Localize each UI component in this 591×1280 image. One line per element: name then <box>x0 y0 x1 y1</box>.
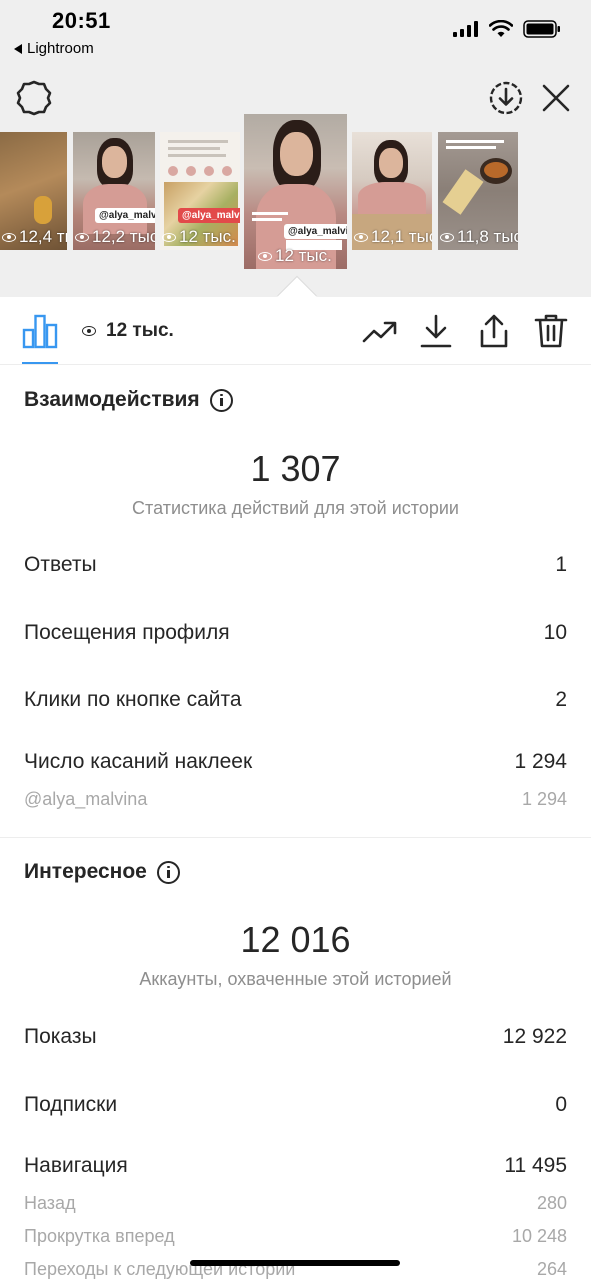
metric-value: 10 <box>543 621 567 644</box>
active-tab-indicator <box>22 362 58 364</box>
save-story-button[interactable] <box>486 78 526 118</box>
metric-sub-label: Назад <box>24 1193 76 1213</box>
story-header: 20:51 Lightroom 12,4 т @alya_malv 12,2 т… <box>0 0 591 297</box>
metric-sub-row: @alya_malvina 1 294 <box>24 789 567 810</box>
metric-row: Навигация 11 495 <box>24 1154 567 1178</box>
metric-value: 1 294 <box>514 750 567 773</box>
metric-sub-row: Назад 280 <box>24 1193 567 1214</box>
thumbnail-views: 12,2 тыс. <box>92 227 155 246</box>
close-icon <box>542 84 570 112</box>
story-thumbnail[interactable]: @alya_malvina 12,2 тыс. <box>73 132 155 250</box>
mention-tag: @alya_malvina <box>95 208 155 223</box>
back-to-app-link[interactable]: Lightroom <box>14 40 94 57</box>
share-button[interactable] <box>476 313 512 349</box>
story-thumbnail[interactable]: @alya_malvina 12 тыс. <box>160 132 240 250</box>
metric-label: Ответы <box>24 553 97 576</box>
discovery-title: Интересное <box>24 860 147 883</box>
metric-value: 0 <box>555 1093 567 1116</box>
gear-icon <box>16 80 52 116</box>
eye-icon <box>2 232 16 242</box>
signal-icon <box>453 21 478 37</box>
mention-tag: @alya_malvina <box>178 208 240 223</box>
delete-button[interactable] <box>533 313 569 349</box>
bar-chart-icon <box>22 314 58 349</box>
wifi-icon <box>489 20 513 37</box>
metric-row: Подписки 0 <box>24 1093 567 1117</box>
thumbnail-views: 12,1 тыс. <box>371 227 432 246</box>
mention-tag: @alya_malvina <box>284 224 347 239</box>
metric-row: Ответы 1 <box>24 553 567 577</box>
viewers-count[interactable]: 12 тыс. <box>82 320 174 342</box>
story-thumbnail[interactable]: 11,8 тыс. <box>438 132 518 250</box>
metric-label: Показы <box>24 1025 97 1048</box>
status-time: 20:51 <box>52 8 111 33</box>
system-status-icons <box>453 20 561 38</box>
metric-sub-value: 280 <box>536 1193 567 1213</box>
metric-value: 11 495 <box>504 1154 567 1177</box>
viewers-count-label: 12 тыс. <box>106 320 174 341</box>
home-indicator[interactable] <box>190 1260 400 1266</box>
interactions-subtitle: Статистика действий для этой истории <box>132 498 459 518</box>
metric-sub-value: 264 <box>536 1259 567 1279</box>
metric-label: Число касаний наклеек <box>24 750 253 773</box>
metric-sub-label: Прокрутка вперед <box>24 1226 175 1246</box>
metric-row: Посещения профиля 10 <box>24 621 567 645</box>
promote-button[interactable] <box>362 313 398 349</box>
metric-value: 1 <box>555 553 567 576</box>
info-icon[interactable] <box>156 860 180 884</box>
thumbnail-views: 12 тыс. <box>275 246 332 265</box>
thumbnail-views: 11,8 тыс. <box>457 227 518 246</box>
metric-row: Показы 12 922 <box>24 1025 567 1049</box>
close-button[interactable] <box>536 78 576 118</box>
metric-sub-row: Прокрутка вперед 10 248 <box>24 1226 567 1247</box>
metric-value: 2 <box>555 688 567 711</box>
story-thumbnail[interactable]: 12,1 тыс. <box>352 132 432 250</box>
interactions-section-title: Взаимодействия <box>24 388 233 412</box>
back-app-label: Lightroom <box>27 40 94 57</box>
metric-row: Клики по кнопке сайта 2 <box>24 688 567 712</box>
story-thumbnail-selected[interactable]: @alya_malvina 12 тыс. <box>244 114 347 269</box>
interactions-title: Взаимодействия <box>24 388 200 411</box>
metric-label: Клики по кнопке сайта <box>24 688 242 711</box>
metric-label: Навигация <box>24 1154 128 1177</box>
thumbnail-views: 12 тыс. <box>179 227 236 246</box>
thumbnail-views: 12,4 тыс. <box>19 227 67 246</box>
section-divider <box>0 837 591 838</box>
metric-sub-value: 1 294 <box>521 789 567 809</box>
download-circle-icon <box>489 81 523 115</box>
interactions-total: 1 307 <box>250 448 341 489</box>
insights-tab[interactable] <box>22 313 58 349</box>
metric-row: Число касаний наклеек 1 294 <box>24 750 567 774</box>
story-thumbnail[interactable]: 12,4 тыс. <box>0 132 67 250</box>
discovery-subtitle: Аккаунты, охваченные этой историей <box>139 969 452 989</box>
share-icon <box>480 314 508 348</box>
discovery-section-title: Интересное <box>24 860 180 884</box>
download-icon <box>420 314 452 348</box>
eye-icon <box>258 251 272 261</box>
trash-icon <box>534 314 568 348</box>
battery-icon <box>523 20 560 38</box>
eye-icon <box>162 232 176 242</box>
insights-toolbar: 12 тыс. <box>0 297 591 365</box>
metric-sub-label: @alya_malvina <box>24 789 148 809</box>
settings-button[interactable] <box>14 78 54 118</box>
info-icon[interactable] <box>209 388 233 412</box>
metric-label: Посещения профиля <box>24 621 230 644</box>
eye-icon <box>440 232 454 242</box>
eye-icon <box>82 326 96 336</box>
eye-icon <box>75 232 89 242</box>
discovery-total: 12 016 <box>240 919 351 960</box>
eye-icon <box>354 232 368 242</box>
back-arrow-icon <box>14 43 22 54</box>
trending-up-icon <box>362 321 397 343</box>
metric-value: 12 922 <box>502 1025 567 1048</box>
download-button[interactable] <box>418 313 454 349</box>
metric-sub-value: 10 248 <box>511 1226 567 1246</box>
metric-label: Подписки <box>24 1093 118 1116</box>
